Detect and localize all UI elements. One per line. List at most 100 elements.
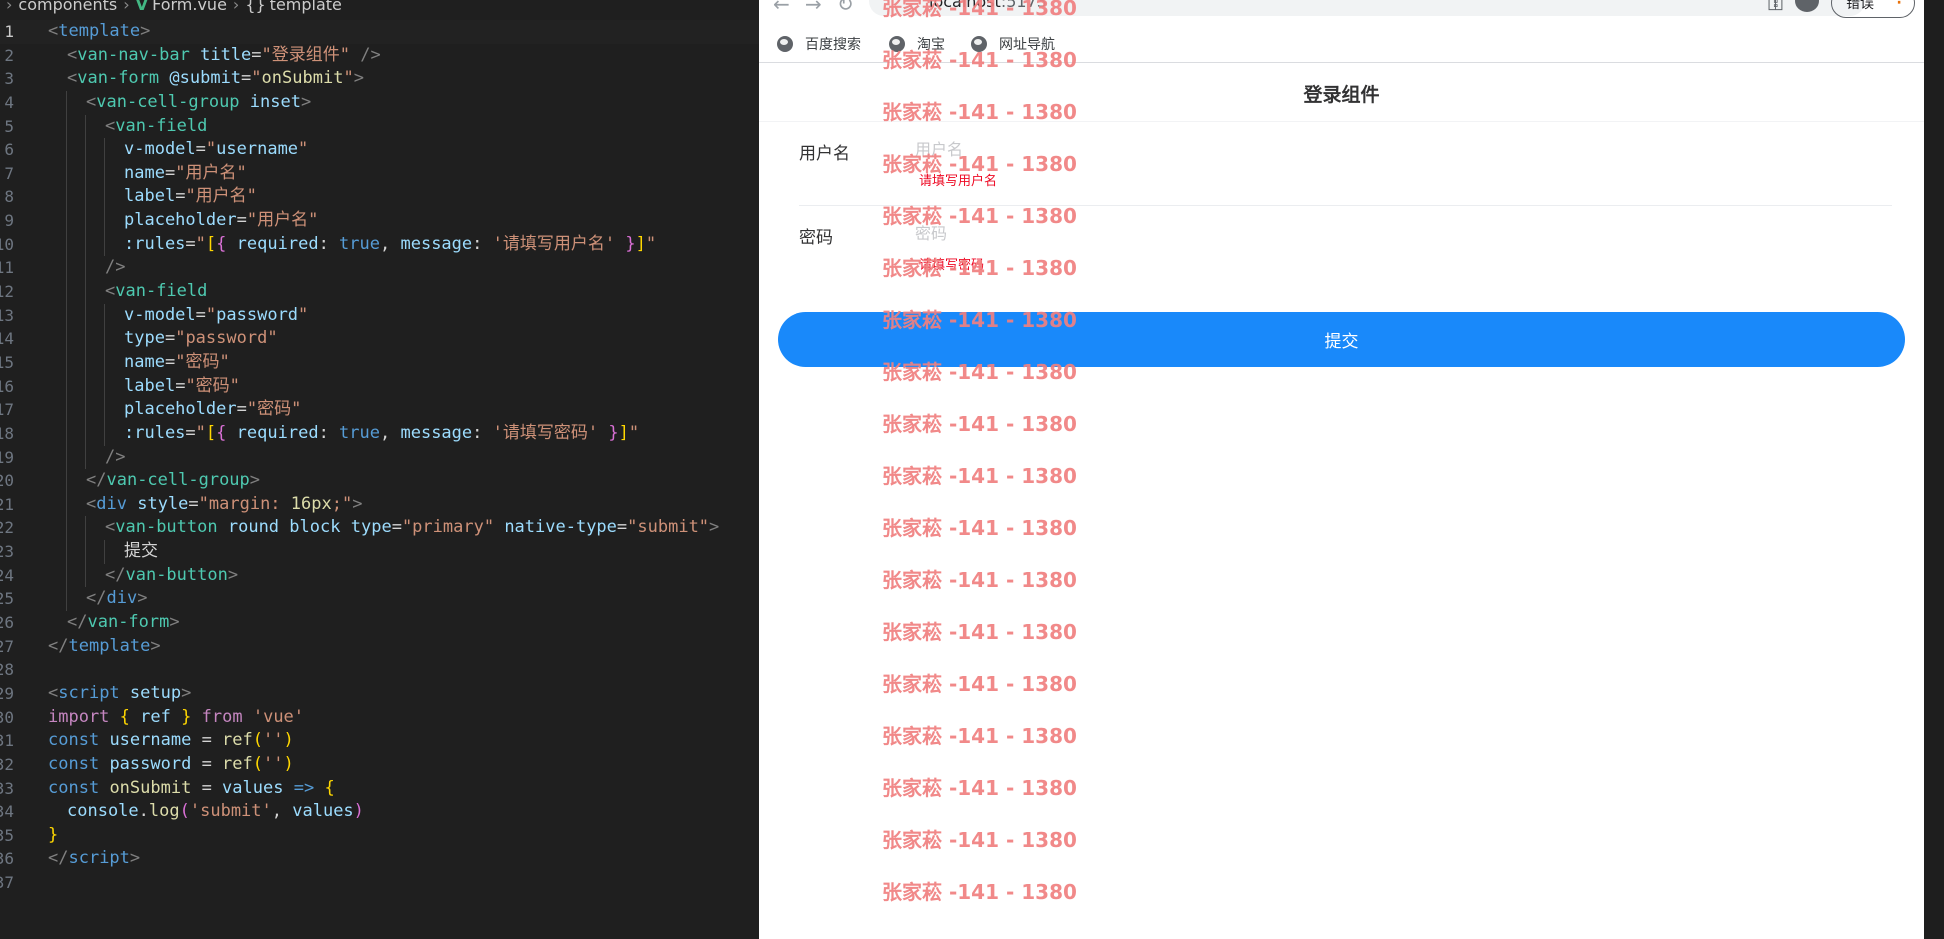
- line-number: 20: [0, 471, 14, 491]
- code-token: 16px: [290, 493, 332, 514]
- code-line[interactable]: 2 <van-nav-bar title="登录组件" />: [0, 44, 760, 68]
- code-line[interactable]: 25 </div>: [0, 587, 760, 612]
- code-token: ;": [331, 493, 353, 514]
- address-bar[interactable]: localhost:5173 ⇪ ☆: [869, 0, 1865, 16]
- submit-button[interactable]: 提交: [778, 312, 1905, 367]
- code-line[interactable]: 29 <script setup>: [0, 682, 760, 706]
- code-token: :: [472, 422, 493, 443]
- breadcrumb-item-symbol[interactable]: template: [270, 0, 342, 14]
- line-number: 5: [4, 116, 14, 136]
- code-line[interactable]: 11 />: [0, 256, 760, 281]
- code-line[interactable]: 3 <van-form @submit="onSubmit">: [0, 67, 760, 91]
- code-line[interactable]: 12 <van-field: [0, 280, 760, 304]
- code-line[interactable]: 20 </van-cell-group>: [0, 469, 760, 493]
- chevron-right-icon: ›: [6, 0, 13, 14]
- code-token: =: [185, 233, 196, 254]
- indent-guide: [66, 185, 67, 210]
- extensions-icon[interactable]: ◫: [1767, 0, 1784, 13]
- code-line[interactable]: 37: [0, 871, 760, 895]
- code-line[interactable]: 16 label="密码": [0, 374, 760, 399]
- globe-icon: [889, 36, 905, 52]
- line-number: 11: [0, 258, 14, 278]
- code-line[interactable]: 9 placeholder="用户名": [0, 209, 760, 233]
- code-line[interactable]: 14 type="password": [0, 327, 760, 351]
- code-line[interactable]: 33 const onSubmit = values => {: [0, 777, 760, 801]
- code-token: :: [318, 233, 340, 254]
- code-token: </: [86, 470, 107, 491]
- indent-guide: [66, 374, 67, 399]
- code-line[interactable]: 19 />: [0, 445, 760, 470]
- code-line[interactable]: 35}: [0, 824, 760, 848]
- code-token: }: [48, 824, 59, 845]
- indent-guide: [85, 421, 86, 446]
- code-text: label="用户名": [124, 185, 257, 209]
- line-number: 37: [0, 873, 14, 893]
- bookmark-taobao[interactable]: 淘宝: [889, 34, 945, 54]
- code-token: 'submit': [189, 801, 272, 822]
- more-vertical-icon: ⋮: [1892, 0, 1906, 7]
- breadcrumb-item-file[interactable]: Form.vue: [152, 0, 227, 14]
- code-token: password: [109, 753, 192, 774]
- code-line[interactable]: 34 console.log('submit', values): [0, 800, 760, 824]
- reload-icon[interactable]: ↻: [837, 0, 854, 16]
- password-input[interactable]: [915, 220, 1815, 246]
- code-line[interactable]: 24 </van-button>: [0, 563, 760, 588]
- code-line[interactable]: 7 name="用户名": [0, 161, 760, 186]
- code-token: =: [188, 493, 199, 514]
- bookmark-baidu[interactable]: 百度搜索: [777, 34, 861, 54]
- indent-guide: [66, 327, 67, 351]
- code-line[interactable]: 28: [0, 658, 760, 682]
- code-editor[interactable]: › components › V Form.vue › {} template …: [0, 0, 760, 939]
- code-token: :: [318, 422, 340, 443]
- code-line[interactable]: 17 placeholder="密码": [0, 398, 760, 422]
- code-line[interactable]: 18:rules="[{ required: true, message: '请…: [0, 421, 760, 446]
- code-line[interactable]: 36 </script>: [0, 847, 760, 871]
- code-lines[interactable]: 1 <template> 2 <van-nav-bar title="登录组件" />…: [0, 20, 760, 895]
- code-line[interactable]: 5 <van-field: [0, 114, 760, 139]
- breadcrumb-item-folder[interactable]: components: [18, 0, 117, 14]
- code-line[interactable]: 8 label="用户名": [0, 185, 760, 210]
- indent-guide: [66, 280, 67, 304]
- code-token: van-button: [125, 564, 228, 585]
- line-number: 2: [4, 45, 14, 65]
- code-token: "margin:: [198, 493, 291, 514]
- code-line[interactable]: 31 const username = ref(''): [0, 729, 760, 753]
- code-line[interactable]: 13v-model="password": [0, 303, 760, 328]
- code-token: [: [205, 422, 217, 443]
- indent-guide: [104, 232, 105, 257]
- bookmark-nav[interactable]: 网址导航: [971, 34, 1055, 54]
- code-line[interactable]: 30 import { ref } from 'vue': [0, 706, 760, 730]
- code-line[interactable]: 1 <template>: [0, 20, 760, 44]
- code-line[interactable]: 6 v-model="username": [0, 138, 760, 162]
- code-token: @submit: [169, 68, 242, 89]
- code-line[interactable]: 15 name="密码": [0, 350, 760, 375]
- code-token: "用户名": [185, 186, 257, 207]
- code-line[interactable]: 27 </template>: [0, 635, 760, 659]
- line-number: 15: [0, 352, 14, 372]
- code-token: van-field: [115, 115, 208, 136]
- code-line[interactable]: 32 const password = ref(''): [0, 753, 760, 777]
- code-line[interactable]: 23 提交: [0, 540, 760, 564]
- code-line[interactable]: 4 <van-cell-group inset>: [0, 90, 760, 115]
- code-line[interactable]: 21 <div style="margin: 16px;">: [0, 492, 760, 517]
- code-token: style: [137, 493, 189, 514]
- indent-guide: [66, 421, 67, 446]
- code-token: message: [400, 233, 473, 254]
- error-button[interactable]: 错误 ⋮: [1831, 0, 1915, 18]
- code-token: =: [236, 399, 247, 420]
- forward-arrow-icon[interactable]: →: [805, 0, 822, 16]
- code-line[interactable]: 10:rules="[{ required: true, message: '请…: [0, 232, 760, 257]
- indent-guide: [66, 516, 67, 541]
- code-token: />: [105, 257, 126, 278]
- username-input[interactable]: [915, 136, 1815, 162]
- code-line[interactable]: 22<van-button round block type="primary"…: [0, 516, 760, 541]
- back-arrow-icon[interactable]: ←: [773, 0, 790, 16]
- code-line[interactable]: 26 </van-form>: [0, 611, 760, 635]
- browser-toolbar: ← → ↻ localhost:5173 ⇪ ☆ ◫ 错误 ⋮: [759, 0, 1924, 18]
- code-token: "用户名": [246, 210, 319, 231]
